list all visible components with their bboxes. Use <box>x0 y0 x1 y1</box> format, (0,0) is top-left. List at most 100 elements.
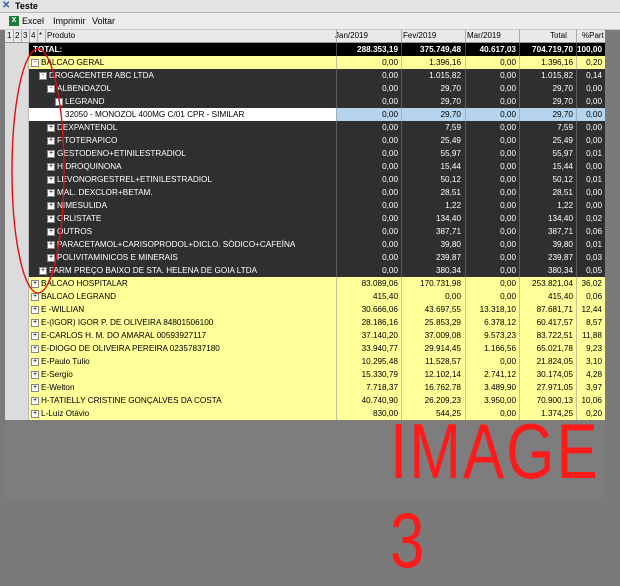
total-row[interactable]: TOTAL: 288.353,19 375.749,48 40.617,03 704.7… <box>5 43 605 56</box>
cell-total: 83.722,51 <box>536 331 573 340</box>
cell-fev: 387,71 <box>435 227 461 236</box>
cell-mar: 0,00 <box>500 162 516 171</box>
cell-fev: 134,40 <box>435 214 461 223</box>
expand-icon[interactable]: + <box>31 306 39 314</box>
column-header-jan[interactable]: Jan/2019 <box>335 30 368 42</box>
table-row[interactable]: + E -WILLIAN 30.666,06 43.697,55 13.318,10 87… <box>5 303 605 316</box>
cell-part: 0,06 <box>586 227 602 236</box>
table-row[interactable]: + E-(IGOR) IGOR P. DE OLIVEIRA 8480150610… <box>5 316 605 329</box>
table-row[interactable]: + PARACETAMOL+CARISOPRODOL+DICLO. SÓDICO+… <box>5 238 605 251</box>
cell-total: 704.719,70 <box>532 45 573 54</box>
cell-fev: 26.209,23 <box>424 396 461 405</box>
expand-icon[interactable]: + <box>31 371 39 379</box>
expand-icon[interactable]: + <box>31 319 39 327</box>
cell-jan: 7.718,37 <box>366 383 398 392</box>
expand-icon[interactable]: + <box>31 345 39 353</box>
column-header-part[interactable]: %Part <box>582 30 604 42</box>
table-row[interactable]: + POLIVITAMINICOS E MINERAIS 0,00 239,87 0,0… <box>5 251 605 264</box>
cell-total: 60.417,57 <box>536 318 573 327</box>
cell-total: 21.824,05 <box>536 357 573 366</box>
expand-icon[interactable]: + <box>31 397 39 405</box>
cell-mar: 0,00 <box>500 214 516 223</box>
row-gutter <box>5 407 29 420</box>
table-row[interactable]: 32050 - MONOZOL 400MG C/01 CPR - SIMILAR… <box>5 108 605 121</box>
cell-jan: 30.666,06 <box>361 305 398 314</box>
cell-mar: 0,00 <box>500 188 516 197</box>
table-row[interactable]: + MAL. DEXCLOR+BETAM. 0,00 28,51 0,00 28,51 0,… <box>5 186 605 199</box>
menu-voltar[interactable]: Voltar <box>92 13 115 29</box>
table-row[interactable]: + LEVONORGESTREL+ETINILESTRADIOL 0,00 50,12… <box>5 173 605 186</box>
row-label: E-Paulo Tulio <box>41 357 90 366</box>
expand-icon[interactable]: + <box>31 332 39 340</box>
table-row[interactable]: + E-CARLOS H. M. DO AMARAL 00593927117 37.… <box>5 329 605 342</box>
table-row[interactable]: + NIMESULIDA 0,00 1,22 0,00 1,22 0,00 <box>5 199 605 212</box>
table-row[interactable]: + DEXPANTENOL 0,00 7,59 0,00 7,59 0,00 <box>5 121 605 134</box>
cell-part: 0,03 <box>586 253 602 262</box>
cell-jan: 83.089,06 <box>361 279 398 288</box>
table-row[interactable]: - BALCAO GERAL 0,00 1.396,16 0,00 1.396,16 0,2… <box>5 56 605 69</box>
table-row[interactable]: + E-Welton 7.718,37 16.762,78 3.489,90 27.971… <box>5 381 605 394</box>
table-row[interactable]: - DROGACENTER ABC LTDA 0,00 1.015,82 0,00 1.0… <box>5 69 605 82</box>
table-row[interactable]: + H-TATIELLY CRISTINE GONÇALVES DA COSTA 4… <box>5 394 605 407</box>
cell-total: 1.396,16 <box>541 58 573 67</box>
cell-part: 0,00 <box>586 162 602 171</box>
table-row[interactable]: + E-Sergio 15.330,79 12.102,14 2.741,12 30.17… <box>5 368 605 381</box>
table-row[interactable]: + BALCAO HOSPITALAR 83.089,06 170.731,98 0,0… <box>5 277 605 290</box>
table-row[interactable]: + ORLISTATE 0,00 134,40 0,00 134,40 0,02 <box>5 212 605 225</box>
table-row[interactable]: + OUTROS 0,00 387,71 0,00 387,71 0,06 <box>5 225 605 238</box>
level-4-button[interactable]: 4 <box>31 30 35 42</box>
table-row[interactable]: - LEGRAND 0,00 29,70 0,00 29,70 0,00 <box>5 95 605 108</box>
cell-total: 30.174,05 <box>536 370 573 379</box>
cell-part: 0,00 <box>586 123 602 132</box>
row-gutter <box>5 394 29 407</box>
cell-fev: 380,34 <box>435 266 461 275</box>
cell-jan: 0,00 <box>382 149 398 158</box>
menu-bar: X Excel Imprimir Voltar <box>0 13 620 30</box>
cell-jan: 28.186,16 <box>361 318 398 327</box>
table-row[interactable]: + HIDROQUINONA 0,00 15,44 0,00 15,44 0,00 <box>5 160 605 173</box>
column-header-mar[interactable]: Mar/2019 <box>467 30 501 42</box>
excel-icon[interactable]: X <box>9 16 19 26</box>
row-gutter <box>5 355 29 368</box>
table-row[interactable]: + FARM PREÇO BAIXO DE STA. HELENA DE GOIA… <box>5 264 605 277</box>
table-row[interactable]: + E-Paulo Tulio 10.295,48 11.528,57 0,00 21.8… <box>5 355 605 368</box>
cell-mar: 40.617,03 <box>479 45 516 54</box>
table-row[interactable]: + BALCAO LEGRAND 415,40 0,00 0,00 415,40 0,06 <box>5 290 605 303</box>
row-label: FITOTERAPICO <box>57 136 118 145</box>
image-label-overlay: IMAGE 3 <box>390 409 600 585</box>
cell-total: 70.900,13 <box>536 396 573 405</box>
row-label: ALBENDAZOL <box>57 84 112 93</box>
expand-icon[interactable]: + <box>31 384 39 392</box>
cell-fev: 16.762,78 <box>424 383 461 392</box>
table-row[interactable]: + E-DIOGO DE OLIVEIRA PEREIRA 02357837180… <box>5 342 605 355</box>
cell-part: 0,00 <box>586 136 602 145</box>
column-header-fev[interactable]: Fev/2019 <box>403 30 436 42</box>
column-header-total[interactable]: Total <box>550 30 567 42</box>
level-all-button[interactable]: * <box>39 30 42 42</box>
cell-total: 7,59 <box>557 123 573 132</box>
cell-mar: 0,00 <box>500 201 516 210</box>
table-row[interactable]: - ALBENDAZOL 0,00 29,70 0,00 29,70 0,00 <box>5 82 605 95</box>
cell-part: 36,02 <box>581 279 603 288</box>
cell-mar: 0,00 <box>500 240 516 249</box>
expand-icon[interactable]: + <box>31 410 39 418</box>
cell-jan: 0,00 <box>382 84 398 93</box>
expand-icon[interactable]: + <box>31 358 39 366</box>
row-label: MAL. DEXCLOR+BETAM. <box>57 188 153 197</box>
cell-mar: 1.166,56 <box>484 344 516 353</box>
table-row[interactable]: + GESTODENO+ETINILESTRADIOL 0,00 55,97 0,00 5… <box>5 147 605 160</box>
level-1-button[interactable]: 1 <box>7 30 11 42</box>
cell-jan: 0,00 <box>382 188 398 197</box>
menu-imprimir[interactable]: Imprimir <box>53 13 86 29</box>
level-2-button[interactable]: 2 <box>15 30 19 42</box>
level-3-button[interactable]: 3 <box>23 30 27 42</box>
table-row[interactable]: + FITOTERAPICO 0,00 25,49 0,00 25,49 0,00 <box>5 134 605 147</box>
column-header-produto[interactable]: Produto <box>47 30 75 42</box>
grid-header: 1 2 3 4 * Produto Jan/2019 Fev/2019 Mar/… <box>5 30 605 43</box>
row-label: LEVONORGESTREL+ETINILESTRADIOL <box>57 175 212 184</box>
menu-excel[interactable]: Excel <box>22 13 44 29</box>
cell-fev: 28,51 <box>440 188 462 197</box>
cell-mar: 0,00 <box>500 97 516 106</box>
cell-fev: 1.015,82 <box>429 71 461 80</box>
cell-mar: 13.318,10 <box>479 305 516 314</box>
